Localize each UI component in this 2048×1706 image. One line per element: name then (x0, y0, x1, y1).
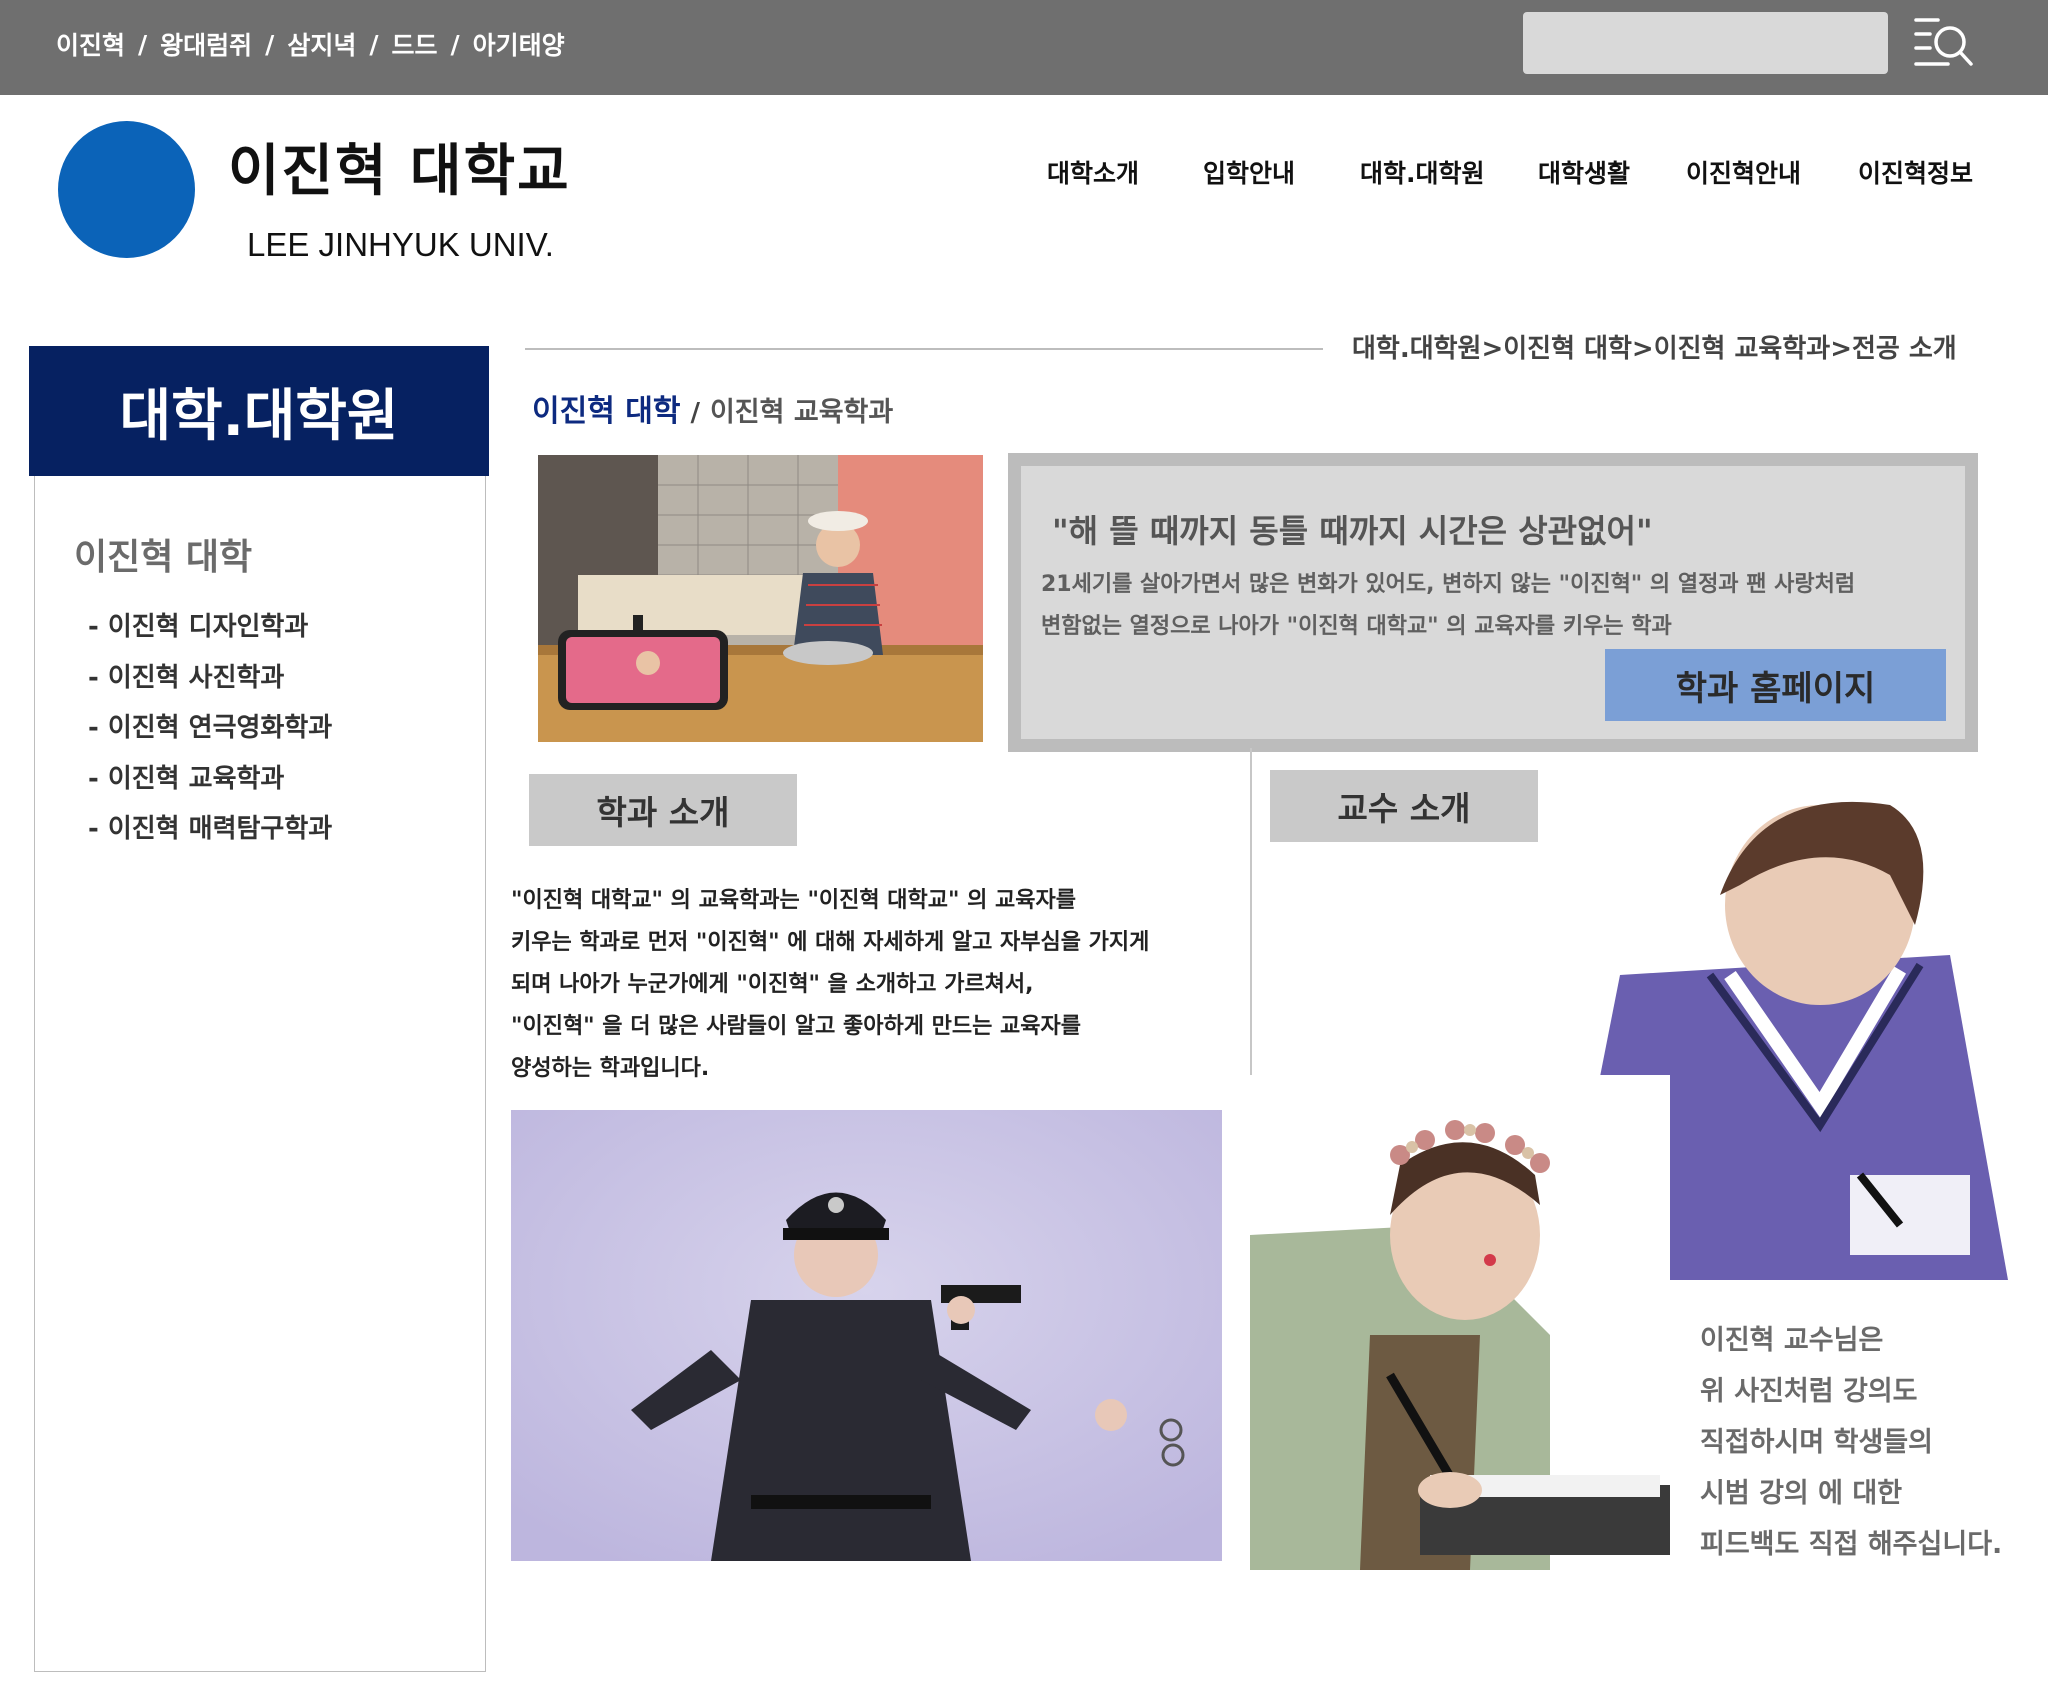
quick-link-4[interactable]: 드드 (391, 26, 437, 62)
quick-link-5[interactable]: 아기태양 (473, 26, 565, 62)
university-name-english: LEE JINHYUK UNIV. (247, 226, 554, 263)
professor-intro-text: 이진혁 교수님은 위 사진처럼 강의도 직접하시며 학생들의 시범 강의 에 대… (1700, 1325, 2003, 1560)
professor-intro-label[interactable]: 교수 소개 (1270, 770, 1538, 842)
quick-link-3[interactable]: 삼지녁 (287, 26, 356, 62)
department-homepage-button[interactable]: 학과 홈페이지 (1605, 649, 1946, 721)
quick-link-1[interactable]: 이진혁 (56, 26, 125, 62)
kitchen-photo (538, 455, 983, 742)
police-costume-photo (511, 1110, 1222, 1561)
section-department: 이진혁 교육학과 (709, 397, 894, 428)
section-college[interactable]: 이진혁 대학 (532, 394, 680, 429)
section-header: 이진혁 대학 / 이진혁 교육학과 (532, 394, 894, 429)
nav-item-guide[interactable]: 이진혁안내 (1686, 154, 1801, 190)
breadcrumb-divider (525, 348, 1323, 350)
menu-search-icon[interactable] (1914, 16, 1974, 70)
quote-title: "해 뜰 때까지 동틀 때까지 시간은 상관없어" (1052, 512, 1653, 550)
quick-links: 이진혁 / 왕대럼쥐 / 삼지녁 / 드드 / 아기태양 (56, 26, 565, 62)
sidebar-item-theater-film[interactable]: - 이진혁 연극영화학과 (88, 707, 332, 758)
main-nav: 대학소개 입학안내 대학.대학원 대학생활 이진혁안내 이진혁정보 (0, 154, 2048, 194)
sidebar-heading: 대학.대학원 (29, 346, 489, 476)
professor-photo-signing (1250, 1075, 1670, 1570)
sidebar-list: - 이진혁 디자인학과 - 이진혁 사진학과 - 이진혁 연극영화학과 - 이진… (88, 606, 332, 859)
sidebar-item-education[interactable]: - 이진혁 교육학과 (88, 758, 332, 809)
nav-item-about[interactable]: 대학소개 (1047, 154, 1139, 190)
nav-item-campus-life[interactable]: 대학생활 (1538, 154, 1630, 190)
quick-link-2[interactable]: 왕대럼쥐 (160, 26, 252, 62)
breadcrumb: 대학.대학원>이진혁 대학>이진혁 교육학과>전공 소개 (1352, 334, 1957, 364)
department-intro-text: "이진혁 대학교" 의 교육학과는 "이진혁 대학교" 의 교육자를 키우는 학… (511, 888, 1150, 1081)
quote-line-1: 21세기를 살아가면서 많은 변화가 있어도, 변하지 않는 "이진혁" 의 열… (1041, 572, 1856, 597)
nav-item-admission[interactable]: 입학안내 (1203, 154, 1295, 190)
sidebar-item-design[interactable]: - 이진혁 디자인학과 (88, 606, 332, 657)
sidebar-group-title[interactable]: 이진혁 대학 (74, 528, 252, 580)
nav-item-info[interactable]: 이진혁정보 (1858, 154, 1973, 190)
nav-item-colleges[interactable]: 대학.대학원 (1360, 154, 1485, 190)
sidebar-item-photography[interactable]: - 이진혁 사진학과 (88, 657, 332, 708)
search-input[interactable] (1523, 12, 1888, 74)
department-intro-label[interactable]: 학과 소개 (529, 774, 797, 846)
quote-line-2: 변함없는 열정으로 나아가 "이진혁 대학교" 의 교육자를 키우는 학과 (1041, 614, 1672, 639)
sidebar-item-charm-studies[interactable]: - 이진혁 매력탐구학과 (88, 808, 332, 859)
